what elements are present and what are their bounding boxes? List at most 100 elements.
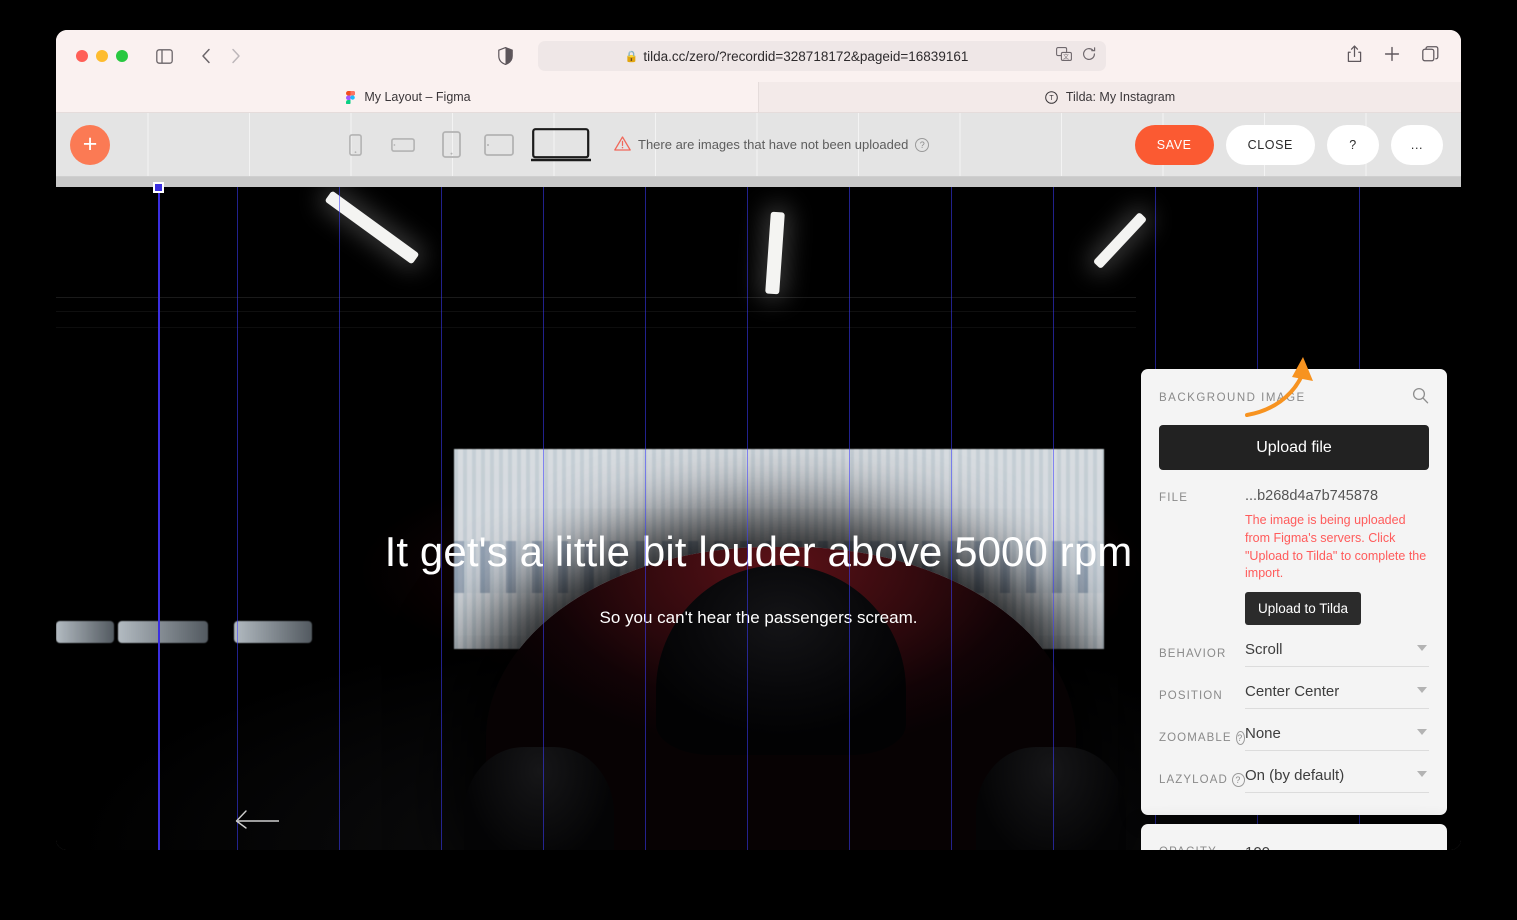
position-value: Center Center — [1245, 683, 1340, 700]
background-image-card: BACKGROUND IMAGE Upload file FILE ...b26… — [1141, 357, 1447, 815]
browser-tab-figma[interactable]: My Layout – Figma — [56, 82, 758, 113]
device-phone-landscape-button[interactable] — [386, 127, 420, 163]
editor-canvas[interactable]: It get's a little bit louder above 5000 … — [56, 177, 1461, 850]
zoomable-help-icon[interactable]: ? — [1235, 731, 1245, 745]
canvas-guide-line[interactable] — [543, 187, 544, 850]
add-block-button[interactable]: + — [70, 124, 110, 165]
plus-icon[interactable] — [1384, 46, 1400, 67]
forward-arrow-icon[interactable] — [222, 42, 250, 70]
chevron-down-icon — [1417, 729, 1427, 735]
window-actions — [1347, 44, 1439, 68]
zoomable-value: None — [1245, 725, 1281, 742]
wall-panel — [118, 621, 208, 643]
tilda-icon: T — [1045, 90, 1059, 104]
warning-help-icon[interactable]: ? — [915, 137, 930, 152]
canvas-guide-line[interactable] — [339, 187, 340, 850]
share-icon[interactable] — [1347, 44, 1362, 68]
browser-tab-tilda[interactable]: T Tilda: My Instagram — [758, 82, 1461, 113]
tab-title: My Layout – Figma — [364, 90, 471, 104]
background-image-settings-panel: BACKGROUND IMAGE Upload file FILE ...b26… — [1141, 357, 1447, 850]
device-tablet-landscape-button[interactable] — [482, 127, 516, 163]
device-tablet-portrait-button[interactable] — [434, 127, 468, 163]
behavior-value: Scroll — [1245, 641, 1283, 658]
privacy-shield-icon[interactable] — [492, 42, 520, 70]
back-arrow-icon[interactable] — [192, 42, 220, 70]
zoomable-label-text: ZOOMABLE — [1159, 732, 1232, 744]
lazyload-help-icon[interactable]: ? — [1231, 773, 1245, 787]
canvas-guide-line[interactable] — [747, 187, 748, 850]
canvas-guide-line[interactable] — [237, 187, 238, 850]
position-row: POSITION Center Center — [1159, 683, 1429, 709]
canvas-guide-handle[interactable] — [153, 182, 164, 193]
help-button[interactable]: ? — [1327, 124, 1379, 165]
device-desktop-button[interactable] — [530, 127, 592, 163]
upload-warning: There are images that have not been uplo… — [614, 135, 930, 154]
url-display[interactable]: 🔒 tilda.cc/zero/?recordid=328718172&page… — [538, 49, 1056, 64]
lazyload-row: LAZYLOAD ? On (by default) — [1159, 767, 1429, 793]
wall-panel — [234, 621, 312, 643]
figma-icon — [343, 90, 357, 104]
lazyload-value: On (by default) — [1245, 767, 1345, 784]
opacity-label: OPACITY — [1159, 844, 1245, 850]
ceiling-light-icon — [765, 211, 785, 295]
opacity-row: OPACITY 100 — [1159, 844, 1429, 850]
warning-triangle-icon — [614, 135, 631, 154]
svg-text:文: 文 — [1063, 53, 1069, 61]
ceiling-rail — [56, 297, 1136, 298]
upload-to-tilda-button[interactable]: Upload to Tilda — [1245, 592, 1362, 625]
save-button[interactable]: SAVE — [1134, 124, 1214, 165]
maximize-window-button[interactable] — [116, 50, 128, 62]
behavior-row: BEHAVIOR Scroll — [1159, 641, 1429, 667]
canvas-pointer-arrow-icon — [235, 810, 279, 829]
race-car-wheel — [464, 747, 614, 850]
panel-title: BACKGROUND IMAGE — [1159, 392, 1306, 404]
address-bar[interactable]: 🔒 tilda.cc/zero/?recordid=328718172&page… — [537, 41, 1106, 71]
lazyload-select[interactable]: On (by default) — [1245, 767, 1429, 793]
chevron-down-icon — [1417, 687, 1427, 693]
toolbar-actions: SAVE CLOSE ? ... — [1134, 124, 1443, 165]
browser-titlebar: 🔒 tilda.cc/zero/?recordid=328718172&page… — [56, 30, 1461, 82]
race-car-wheel — [976, 747, 1126, 850]
search-icon[interactable] — [1412, 387, 1429, 409]
chevron-down-icon — [1417, 771, 1427, 777]
canvas-guide-line[interactable] — [1053, 187, 1054, 850]
chevron-down-icon — [1417, 645, 1427, 651]
sidebar-toggle-icon[interactable] — [150, 42, 178, 70]
canvas-guide-line[interactable] — [951, 187, 952, 850]
tab-overview-icon[interactable] — [1422, 45, 1439, 67]
browser-tabstrip: My Layout – Figma T Tilda: My Instagram — [56, 82, 1461, 113]
close-button[interactable]: CLOSE — [1225, 124, 1315, 165]
canvas-guide-line[interactable] — [849, 187, 850, 850]
address-bar-actions: 文 — [1055, 46, 1096, 66]
panel-header: BACKGROUND IMAGE — [1159, 387, 1429, 409]
canvas-guide-line[interactable] — [158, 187, 160, 850]
canvas-ruler[interactable] — [56, 177, 1461, 187]
minimize-window-button[interactable] — [96, 50, 108, 62]
zoomable-row: ZOOMABLE ? None — [1159, 725, 1429, 751]
url-text: tilda.cc/zero/?recordid=328718172&pageid… — [643, 48, 969, 64]
ceiling-light-icon — [1092, 211, 1148, 270]
behavior-select[interactable]: Scroll — [1245, 641, 1429, 667]
zoomable-select[interactable]: None — [1245, 725, 1429, 751]
device-phone-portrait-button[interactable] — [338, 127, 372, 163]
zoomable-label: ZOOMABLE ? — [1159, 731, 1245, 745]
image-style-card: OPACITY 100 ROTATE 0 — [1141, 824, 1447, 850]
upload-file-button[interactable]: Upload file — [1159, 425, 1429, 470]
close-window-button[interactable] — [76, 50, 88, 62]
wall-panel — [56, 621, 114, 643]
browser-window: 🔒 tilda.cc/zero/?recordid=328718172&page… — [56, 30, 1461, 850]
svg-text:T: T — [1050, 95, 1055, 102]
editor-toolbar: + There are images that have not been up… — [56, 113, 1461, 177]
opacity-value[interactable]: 100 — [1245, 844, 1429, 850]
window-traffic-lights — [76, 50, 128, 62]
device-switcher — [338, 127, 592, 163]
file-label: FILE — [1159, 492, 1189, 504]
reload-icon[interactable] — [1082, 46, 1096, 66]
more-options-button[interactable]: ... — [1391, 124, 1443, 165]
translate-icon[interactable]: 文 — [1055, 46, 1072, 66]
canvas-guide-line[interactable] — [645, 187, 646, 850]
canvas-guide-line[interactable] — [441, 187, 442, 850]
position-select[interactable]: Center Center — [1245, 683, 1429, 709]
file-info: ...b268d4a7b745878 The image is being up… — [1245, 488, 1429, 625]
opacity-slider[interactable]: 100 — [1245, 844, 1429, 850]
